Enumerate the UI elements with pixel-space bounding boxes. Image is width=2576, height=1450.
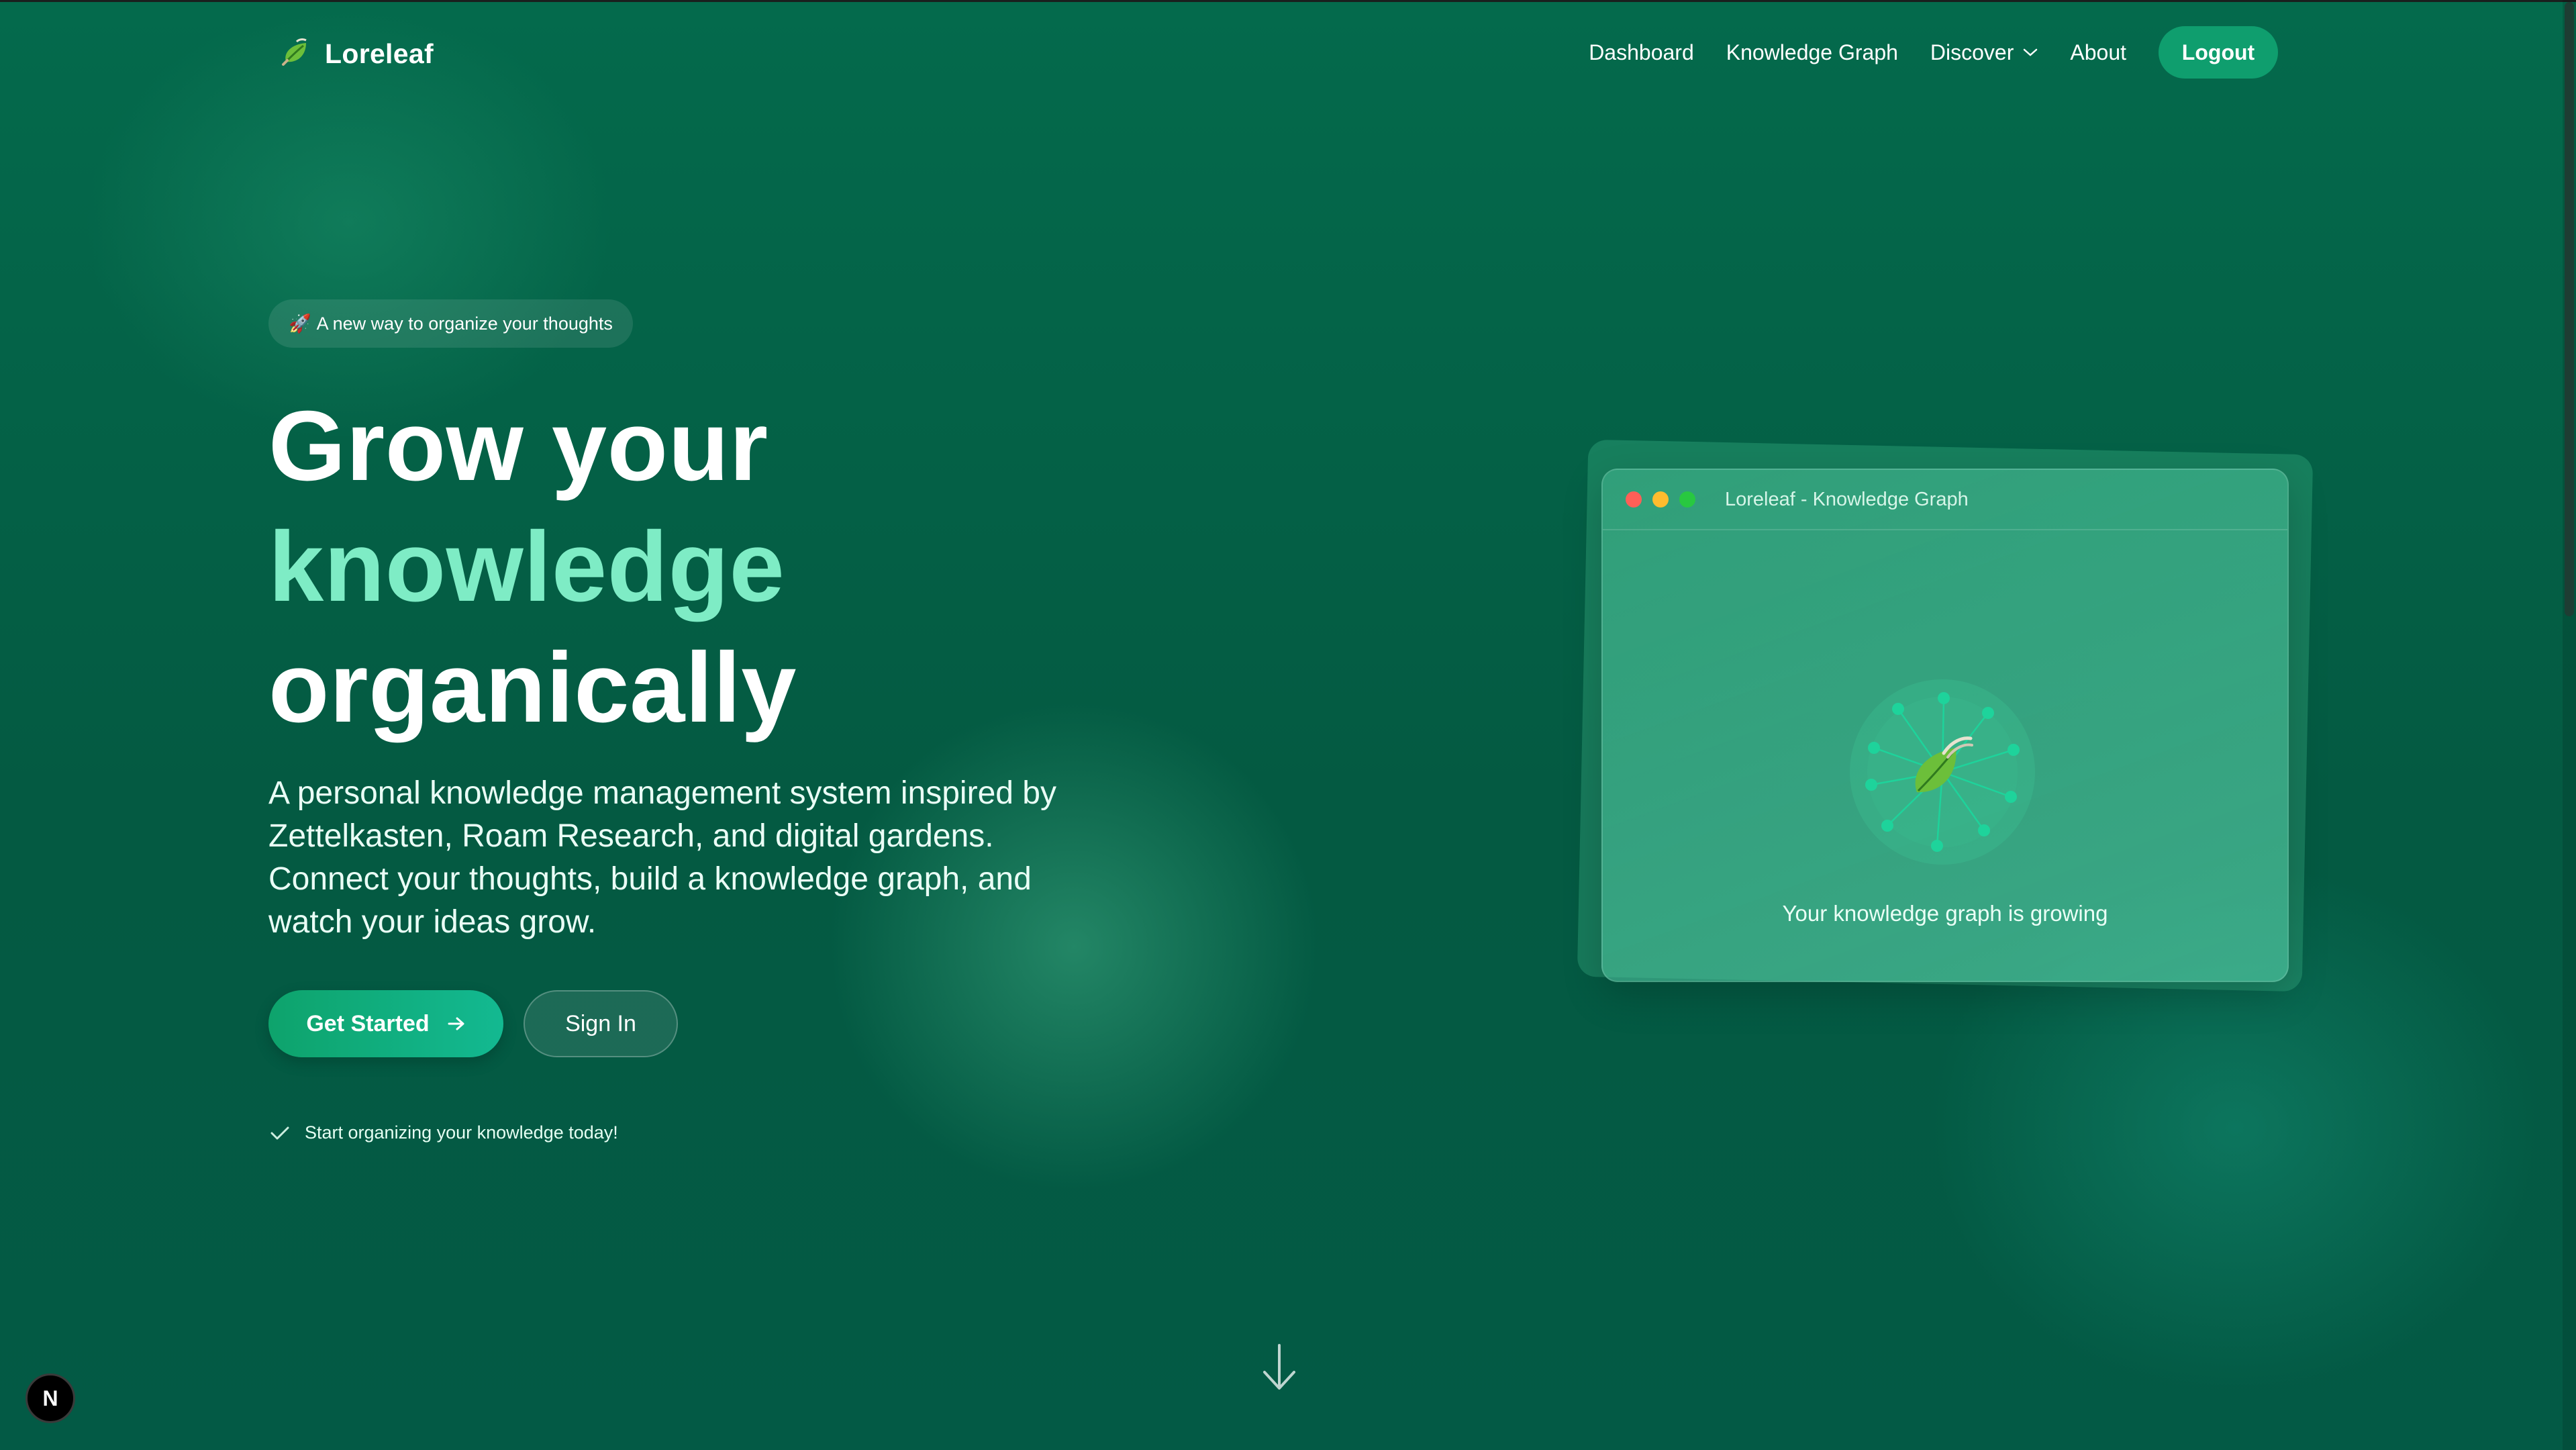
check-icon (270, 1126, 289, 1139)
dev-tools-badge[interactable]: N (26, 1373, 75, 1423)
headline-line-3: organically (268, 632, 797, 743)
get-started-button[interactable]: Get Started (268, 990, 503, 1057)
hero-badge: 🚀 A new way to organize your thoughts (268, 299, 633, 348)
hero-badge-text: A new way to organize your thoughts (316, 313, 613, 334)
preview-window-title: Loreleaf - Knowledge Graph (1725, 488, 1969, 510)
hero-note-text: Start organizing your knowledge today! (305, 1122, 618, 1143)
nav-discover-label: Discover (1930, 40, 2014, 64)
chevron-down-icon (2024, 48, 2038, 56)
rocket-icon: 🚀 (289, 313, 311, 334)
headline-line-1: Grow your (268, 391, 769, 501)
preview-window-caption: Your knowledge graph is growing (1782, 901, 2108, 926)
scrollbar-thumb[interactable] (2565, 2, 2574, 616)
arrow-right-icon (448, 1017, 464, 1030)
close-dot (1626, 491, 1642, 508)
get-started-label: Get Started (306, 1010, 430, 1036)
nav-dashboard[interactable]: Dashboard (1589, 40, 1694, 65)
sign-in-button[interactable]: Sign In (524, 990, 678, 1057)
nav-discover[interactable]: Discover (1930, 40, 2038, 65)
brand-logo[interactable]: Loreleaf (277, 34, 434, 74)
leaf-icon (282, 38, 307, 66)
hero-headline: Grow your knowledge organically (268, 386, 797, 748)
maximize-dot (1679, 491, 1695, 508)
preview-window: Loreleaf - Knowledge Graph Your knowledg… (1601, 469, 2289, 982)
headline-line-2: knowledge (268, 512, 785, 622)
scrollbar[interactable] (2563, 0, 2576, 1450)
preview-window-titlebar: Loreleaf - Knowledge Graph (1603, 470, 2287, 530)
main-nav: Dashboard Knowledge Graph Discover About… (1589, 26, 2278, 79)
hero-description: A personal knowledge management system i… (268, 775, 1056, 940)
nav-knowledge-graph[interactable]: Knowledge Graph (1726, 40, 1898, 65)
arrow-down-icon[interactable] (1260, 1343, 1298, 1392)
nav-about[interactable]: About (2070, 40, 2126, 65)
hero-note: Start organizing your knowledge today! (270, 1122, 618, 1143)
brand-name: Loreleaf (325, 38, 434, 69)
window-top-border (0, 0, 2576, 2)
knowledge-graph-illustration (1850, 679, 2035, 865)
logout-button[interactable]: Logout (2159, 26, 2278, 79)
minimize-dot (1652, 491, 1669, 508)
